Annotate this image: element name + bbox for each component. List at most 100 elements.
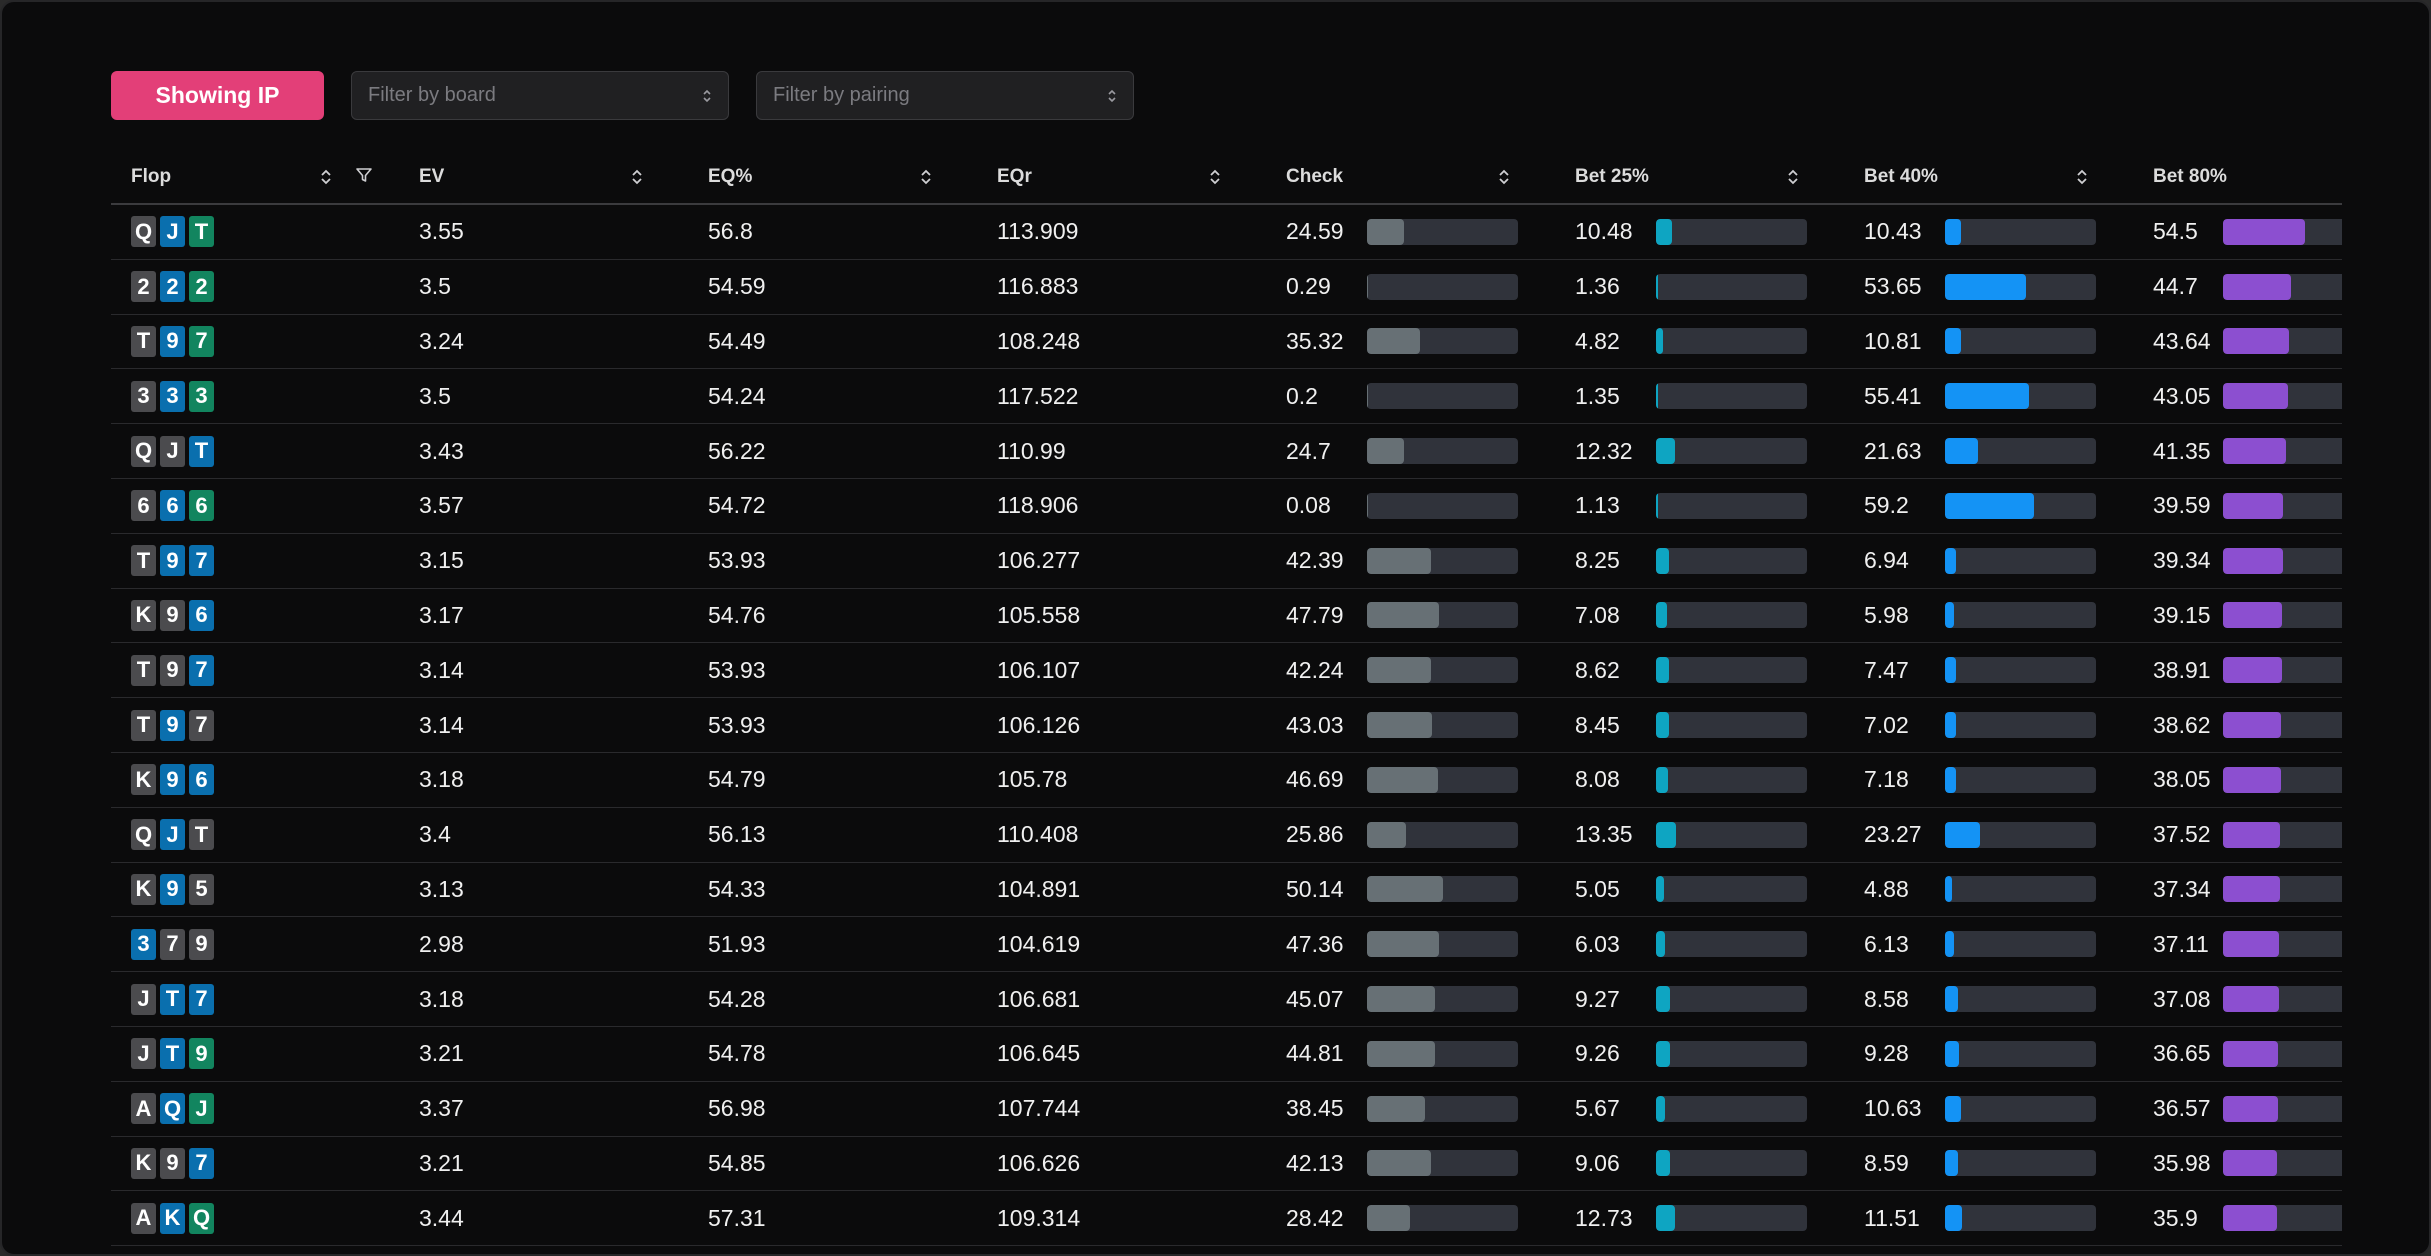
bet80-cell: 44.7 [2133,260,2342,314]
card-gray-suit: 9 [160,1147,185,1179]
ev-cell: 3.44 [419,1204,464,1231]
sort-icon[interactable] [1787,167,1799,193]
bet80-value: 44.7 [2153,273,2198,300]
sort-icon[interactable] [1209,167,1221,193]
card-blue-suit: T [189,435,214,467]
bet80-cell: 43.64 [2133,315,2342,369]
check-cell: 47.79 [1266,589,1555,643]
column-header-bet80[interactable]: Bet 80% [2133,150,2342,204]
card-green-suit: 7 [189,325,214,357]
bet40-bar-fill [1945,712,1956,739]
card-gray-suit: 9 [189,928,214,960]
column-header-eqr[interactable]: EQr [977,150,1266,204]
bet25-bar [1656,876,1807,903]
table-row[interactable]: QJT 3.43 56.22 110.99 24.7 12.32 21.63 4… [111,424,2342,479]
table-row[interactable]: QJT 3.55 56.8 113.909 24.59 10.48 10.43 … [111,205,2342,260]
table-row[interactable]: 222 3.5 54.59 116.883 0.29 1.36 53.65 44… [111,260,2342,315]
table-row[interactable]: K97 3.21 54.85 106.626 42.13 9.06 8.59 3… [111,1137,2342,1192]
column-header-ev[interactable]: EV [399,150,688,204]
check-bar-fill [1367,712,1432,739]
bet80-cell: 38.91 [2133,643,2342,697]
card-gray-suit: K [131,873,156,905]
column-label: Bet 80% [2153,165,2227,187]
ev-cell: 2.98 [419,930,464,957]
bet80-bar-fill [2223,766,2281,793]
flop-cell: AQJ [111,1082,399,1136]
bet80-bar [2223,931,2342,958]
bet25-cell: 8.25 [1555,534,1844,588]
bet80-bar-fill [2223,602,2283,629]
card-gray-suit: T [189,819,214,851]
check-bar-fill [1367,766,1438,793]
bet80-value: 36.65 [2153,1040,2211,1067]
bet25-value: 4.82 [1575,327,1620,354]
eqr-cell: 106.126 [997,711,1081,738]
check-bar-fill [1367,218,1405,245]
bet40-cell: 4.88 [1844,863,2133,917]
card-gray-suit: Q [131,819,156,851]
table-row[interactable]: JT7 3.18 54.28 106.681 45.07 9.27 8.58 3… [111,972,2342,1027]
check-value: 35.32 [1286,327,1344,354]
check-value: 25.86 [1286,821,1344,848]
bet25-cell: 9.27 [1555,972,1844,1026]
table-row[interactable]: AQJ 3.37 56.98 107.744 38.45 5.67 10.63 … [111,1082,2342,1137]
bet40-bar [1945,547,2096,574]
eq-cell: 54.85 [708,1149,766,1176]
table-row[interactable]: 379 2.98 51.93 104.619 47.36 6.03 6.13 3… [111,917,2342,973]
sort-icon[interactable] [1498,167,1510,193]
column-header-eq[interactable]: EQ% [688,150,977,204]
eq-cell: 54.33 [708,875,766,902]
bet40-bar-fill [1945,931,1955,958]
flop-cards: T97 [131,654,214,686]
column-header-bet25[interactable]: Bet 25% [1555,150,1844,204]
table-row[interactable]: AKQ 3.44 57.31 109.314 28.42 12.73 11.51… [111,1191,2342,1247]
column-header-bet40[interactable]: Bet 40% [1844,150,2133,204]
bet80-bar [2223,986,2342,1013]
check-bar-fill [1367,876,1443,903]
bet80-bar-fill [2223,547,2283,574]
bet25-cell: 5.67 [1555,1082,1844,1136]
table-row[interactable]: 666 3.57 54.72 118.906 0.08 1.13 59.2 39… [111,479,2342,534]
ev-cell: 3.5 [419,382,451,409]
table-row[interactable]: T97 3.14 53.93 106.107 42.24 8.62 7.47 3… [111,643,2342,699]
bet25-bar [1656,1205,1807,1232]
eq-cell: 54.78 [708,1040,766,1067]
sort-icon[interactable] [920,167,932,193]
filter-icon[interactable] [355,166,373,190]
table-row[interactable]: T97 3.14 53.93 106.126 43.03 8.45 7.02 3… [111,698,2342,753]
check-bar-fill [1367,1205,1410,1232]
table-row[interactable]: T97 3.15 53.93 106.277 42.39 8.25 6.94 3… [111,534,2342,589]
eq-cell: 54.76 [708,601,766,628]
bet25-bar-fill [1656,547,1669,574]
column-header-check[interactable]: Check [1266,150,1555,204]
bet40-value: 11.51 [1864,1204,1920,1231]
board-filter-select[interactable]: Filter by board [351,71,729,120]
bet80-bar [2223,821,2342,848]
table-row[interactable]: K95 3.13 54.33 104.891 50.14 5.05 4.88 3… [111,863,2342,918]
table-row[interactable]: K96 3.18 54.79 105.78 46.69 8.08 7.18 38… [111,753,2342,808]
table-row[interactable]: T97 3.24 54.49 108.248 35.32 4.82 10.81 … [111,315,2342,370]
sort-icon[interactable] [2076,167,2088,193]
bet80-bar [2223,492,2342,519]
flop-cards: T97 [131,709,214,741]
bet40-value: 10.81 [1864,327,1922,354]
table-row[interactable]: 333 3.5 54.24 117.522 0.2 1.35 55.41 43.… [111,369,2342,425]
chevron-up-down-icon [702,88,712,104]
sort-icon[interactable] [320,167,332,193]
card-gray-suit: 6 [131,490,156,522]
flop-cell: JT7 [111,972,399,1026]
bet25-value: 13.35 [1575,821,1633,848]
table-row[interactable]: QJT 3.4 56.13 110.408 25.86 13.35 23.27 … [111,808,2342,863]
bet80-value: 35.98 [2153,1149,2211,1176]
column-header-flop[interactable]: Flop [111,150,399,204]
sort-icon[interactable] [631,167,643,193]
pairing-filter-select[interactable]: Filter by pairing [756,71,1134,120]
check-bar [1367,712,1518,739]
check-cell: 44.81 [1266,1027,1555,1081]
bet80-bar [2223,1150,2342,1177]
eqr-cell: 104.891 [997,875,1081,902]
table-row[interactable]: K96 3.17 54.76 105.558 47.79 7.08 5.98 3… [111,589,2342,644]
table-row[interactable]: JT9 3.21 54.78 106.645 44.81 9.26 9.28 3… [111,1027,2342,1082]
bet40-cell: 21.63 [1844,424,2133,478]
showing-ip-button[interactable]: Showing IP [111,71,324,120]
